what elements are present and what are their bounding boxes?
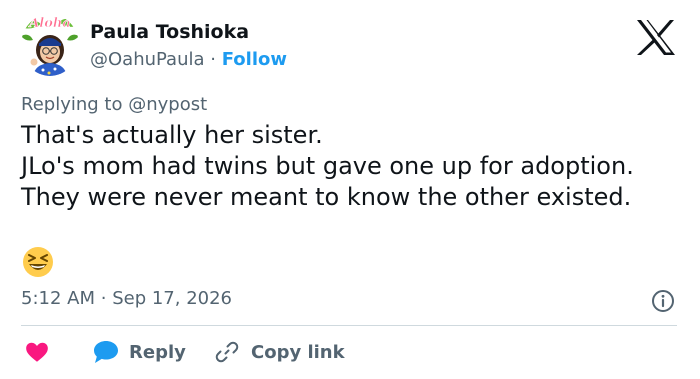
follow-button[interactable]: Follow — [222, 49, 287, 70]
heart-icon — [26, 342, 48, 362]
tweet-text-line: They were never meant to know the other … — [21, 183, 632, 211]
tweet-text-line: That's actually her sister. — [21, 121, 323, 149]
reply-bubble-icon — [94, 341, 118, 363]
reply-context: Replying to @nypost — [21, 94, 207, 115]
like-button[interactable] — [24, 338, 50, 366]
tweet-text: That's actually her sister. JLo's mom ha… — [21, 120, 691, 213]
tweet-text-line: JLo's mom had twins but gave one up for … — [21, 152, 634, 180]
grinning-squinting-face-emoji — [22, 246, 54, 278]
reply-button[interactable]: Reply — [92, 338, 186, 366]
tweet-timestamp[interactable]: 5:12 AM · Sep 17, 2026 — [21, 288, 232, 309]
tweet-time: 5:12 AM — [21, 288, 95, 309]
x-logo-icon[interactable] — [636, 19, 676, 56]
author-handle[interactable]: @OahuPaula — [90, 49, 205, 70]
info-icon[interactable] — [651, 289, 675, 313]
timestamp-separator: · — [100, 288, 107, 309]
author-name[interactable]: Paula Toshioka — [90, 21, 249, 43]
divider — [21, 325, 677, 326]
reply-context-prefix: Replying to — [21, 94, 123, 115]
link-icon — [215, 341, 239, 363]
tweet-date: Sep 17, 2026 — [112, 288, 233, 309]
tweet-card: Aloha Paula Toshioka @OahuPaula · Follow… — [0, 0, 700, 379]
aloha-cartoon-avatar: Aloha — [21, 14, 79, 76]
avatar[interactable]: Aloha — [21, 14, 79, 76]
handle-separator: · — [210, 49, 216, 70]
copy-link-button[interactable]: Copy link — [215, 338, 345, 366]
reply-label: Reply — [129, 341, 186, 363]
reply-context-mention[interactable]: @nypost — [128, 94, 207, 115]
copy-link-label: Copy link — [251, 341, 345, 363]
svg-text:Aloha: Aloha — [27, 16, 71, 31]
handle-row: @OahuPaula · Follow — [90, 49, 287, 70]
